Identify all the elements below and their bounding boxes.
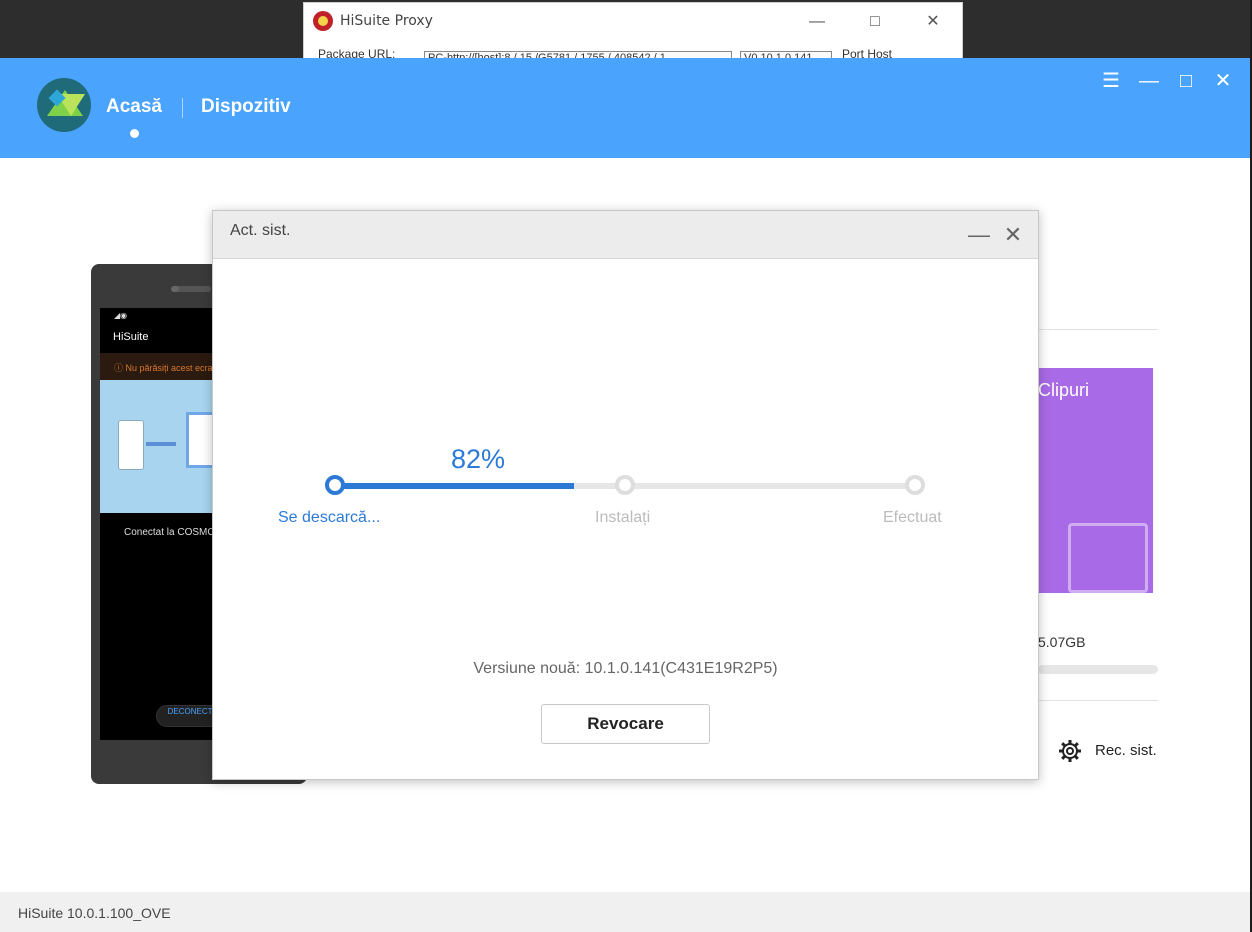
maximize-icon[interactable]: □ [1171,68,1201,94]
active-tab-indicator [130,129,139,138]
phone-warning-text: ⓘ Nu părăsiți acest ecran [114,363,218,373]
minimize-icon[interactable]: — [804,9,830,35]
nav-divider [182,98,183,118]
system-recovery-link[interactable]: Rec. sist. [1095,742,1157,759]
phone-signal-icon: ◢◉ [114,311,128,320]
close-icon[interactable]: ✕ [1208,68,1238,94]
step-install-dot [615,475,635,495]
menu-icon[interactable]: ☰ [1096,68,1126,94]
usb-cable-icon [146,442,176,446]
proxy-app-icon [313,11,333,31]
clips-card-label: Clipuri [1038,380,1090,400]
proxy-window: HiSuite Proxy — □ ✕ Package URL: PC-http… [303,2,963,62]
phone-app-name: HiSuite [113,331,149,343]
dialog-title: Act. sist. [230,222,291,239]
phone-connected-text: Conectat la COSMOS [124,527,222,538]
progress-fill [335,483,574,489]
phone-camera [171,286,179,292]
nav-home-tab[interactable]: Acasă [106,96,162,118]
dialog-titlebar[interactable]: Act. sist. — ✕ [213,211,1038,259]
minimize-icon[interactable]: — [1134,68,1164,94]
step-download-label: Se descarcă... [278,509,381,526]
cancel-button[interactable]: Revocare [541,704,710,744]
storage-value: 5.07GB [1038,634,1086,650]
close-icon[interactable]: ✕ [999,221,1027,249]
step-done-label: Efectuat [883,509,942,526]
video-folder-icon [1068,523,1148,593]
maximize-icon[interactable]: □ [862,9,888,35]
storage-bar [1038,665,1158,674]
close-icon[interactable]: ✕ [920,9,946,35]
system-update-dialog: Act. sist. — ✕ 82% Se descarcă... Instal… [212,210,1039,780]
hisuite-logo [37,78,91,132]
app-header: Acasă Dispozitiv ☰ — □ ✕ [0,58,1250,158]
step-done-dot [905,475,925,495]
proxy-titlebar[interactable]: HiSuite Proxy — □ ✕ [304,3,962,39]
new-version-text: Versiune nouă: 10.1.0.141(C431E19R2P5) [473,660,778,677]
app-version: HiSuite 10.0.1.100_OVE [18,905,171,921]
status-footer: HiSuite 10.0.1.100_OVE [0,892,1250,932]
step-install-label: Instalați [595,509,651,526]
nav-device-tab[interactable]: Dispozitiv [201,96,291,118]
content-divider [1038,329,1158,330]
gear-icon[interactable] [1058,739,1082,763]
clips-card[interactable]: Clipuri [1038,368,1153,593]
proxy-title: HiSuite Proxy [340,13,433,29]
phone-illus-icon [118,420,144,470]
minimize-icon[interactable]: — [965,221,993,249]
progress-percent: 82% [451,444,506,474]
step-download-dot [325,475,345,495]
content-divider [1038,700,1158,701]
